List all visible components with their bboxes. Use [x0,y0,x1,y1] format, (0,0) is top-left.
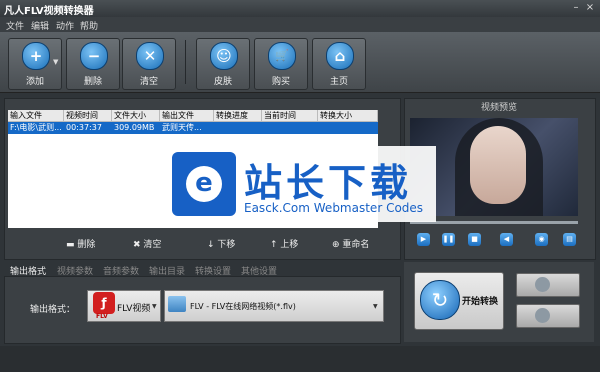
move-up-button[interactable]: ↑ 上移 [270,237,298,250]
chevron-down-icon[interactable]: ▼ [152,303,157,310]
convert-arrow-icon: ↻ [420,280,460,320]
arrow-down-icon: ↓ [207,240,218,250]
menu-file[interactable]: 文件 [6,19,24,32]
move-up-label: 上移 [280,240,299,250]
minus-icon: ▬ [66,240,78,250]
flv-logo-text: FLV [96,313,108,320]
plus-icon: + [22,42,50,70]
home-label: 主页 [329,77,348,87]
menu-help[interactable]: 帮助 [80,19,98,32]
arrow-up-icon: ↑ [270,240,281,250]
rename-icon: ⊕ [332,240,343,250]
format-select-value: FLV视频 [117,304,151,314]
play-icon[interactable]: ▶ [417,233,430,246]
clear-label: 清空 [139,77,158,87]
move-down-label: 下移 [217,240,236,250]
video-frame-face [470,126,526,204]
output-format-label: 输出格式： [30,305,76,315]
delete-label: 删除 [83,77,102,87]
col-output-file[interactable]: 输出文件 [160,110,214,122]
delete-button[interactable]: − 删除 [66,38,120,90]
col-converted-size[interactable]: 转换大小 [318,110,378,122]
add-label: 添加 [25,77,44,87]
video-file-icon [168,296,186,312]
window-title: 凡人FLV视频转换器 [4,6,94,17]
move-down-button[interactable]: ↓ 下移 [207,237,235,250]
list-delete-label: 删除 [77,240,96,250]
buy-button[interactable]: 🛒 购买 [254,38,308,90]
close-button[interactable]: × [584,2,596,14]
menu-edit[interactable]: 编辑 [31,19,49,32]
cell-current-time [262,122,320,134]
preview-title: 视频预览 [480,103,517,113]
list-clear-button[interactable]: ✖ 清空 [133,237,161,250]
cell-file-size: 309.09MB [114,123,155,132]
rename-label: 重命名 [342,240,370,250]
col-progress[interactable]: 转换进度 [214,110,262,122]
stop-icon[interactable]: ■ [468,233,481,246]
skin-button[interactable]: ☺ 皮肤 [196,38,250,90]
list-clear-label: 清空 [143,240,162,250]
col-file-size[interactable]: 文件大小 [112,110,160,122]
cell-progress [214,122,264,134]
chevron-down-icon[interactable]: ▼ [373,303,378,310]
folder-icon[interactable]: ▤ [563,233,576,246]
profile-select-value: FLV - FLV在线网络视频(*.flv) [190,302,296,311]
col-current-time[interactable]: 当前时间 [262,110,318,122]
stop-convert-button[interactable] [516,273,580,297]
pause-icon[interactable]: ❚❚ [442,233,455,246]
smiley-icon: ☺ [210,42,238,70]
home-icon: ⌂ [326,42,354,70]
minimize-button[interactable]: – [570,2,582,14]
clear-x-icon: ✕ [136,42,164,70]
minus-icon: − [80,42,108,70]
col-video-time[interactable]: 视频时间 [64,110,112,122]
col-input-file[interactable]: 输入文件 [8,110,64,122]
list-delete-button[interactable]: ▬ 删除 [66,237,95,250]
cell-output-file: 武则天传... [162,123,202,132]
buy-label: 购买 [271,77,290,87]
menu-action[interactable]: 动作 [56,19,74,32]
cart-icon: 🛒 [268,42,296,70]
rename-button[interactable]: ⊕ 重命名 [332,237,369,250]
status-bar [0,346,600,372]
watermark-text-cn: 站长下载 [244,161,413,205]
cell-converted-size [318,122,380,134]
clear-x-icon: ✖ [133,240,144,250]
watermark-logo-letter: e [186,166,222,202]
volume-icon[interactable]: ◀ [500,233,513,246]
skin-label: 皮肤 [213,77,232,87]
stop-icon [535,277,550,292]
flash-icon: ƒ [93,292,115,314]
start-convert-label: 开始转换 [462,297,499,307]
pause-icon [535,308,550,323]
cell-input-file: F:\电影\武则... [10,123,62,132]
add-dropdown-arrow-icon[interactable]: ▼ [53,58,58,66]
clear-button[interactable]: ✕ 清空 [122,38,176,90]
cell-video-time: 00:37:37 [66,123,102,132]
toolbar-separator [185,40,186,84]
pause-convert-button[interactable] [516,304,580,328]
watermark-text-en: Easck.Com Webmaster Codes [244,201,424,215]
snapshot-icon[interactable]: ◉ [535,233,548,246]
home-button[interactable]: ⌂ 主页 [312,38,366,90]
